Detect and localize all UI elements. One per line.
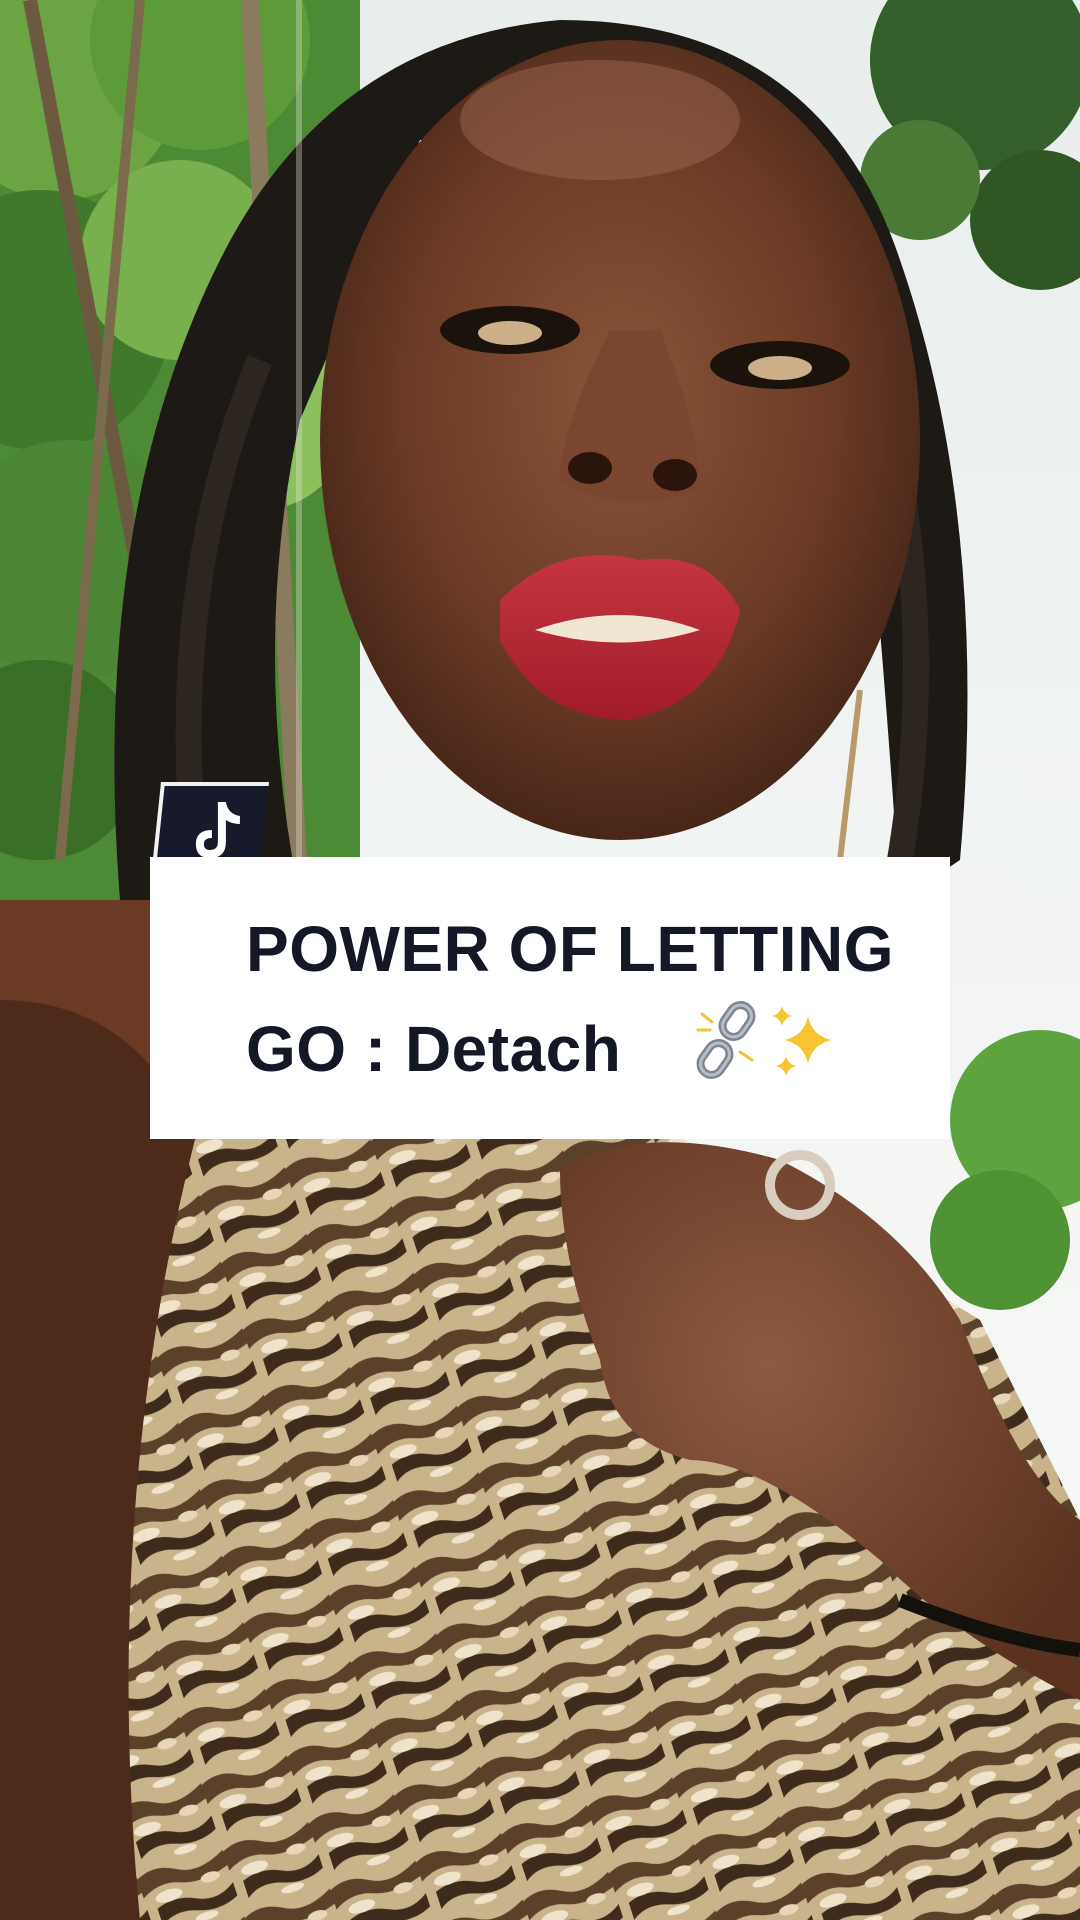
caption-text: POWER OF LETTING GO : Detach bbox=[246, 899, 950, 1099]
caption-line-1: POWER OF LETTING bbox=[246, 913, 894, 985]
caption-line-2: GO : Detach bbox=[246, 1013, 622, 1085]
caption-card: POWER OF LETTING GO : Detach bbox=[150, 857, 950, 1139]
broken-chain-icon bbox=[696, 1001, 756, 1079]
tiktok-note-icon bbox=[195, 802, 240, 858]
sparkles-icon bbox=[772, 1006, 832, 1076]
